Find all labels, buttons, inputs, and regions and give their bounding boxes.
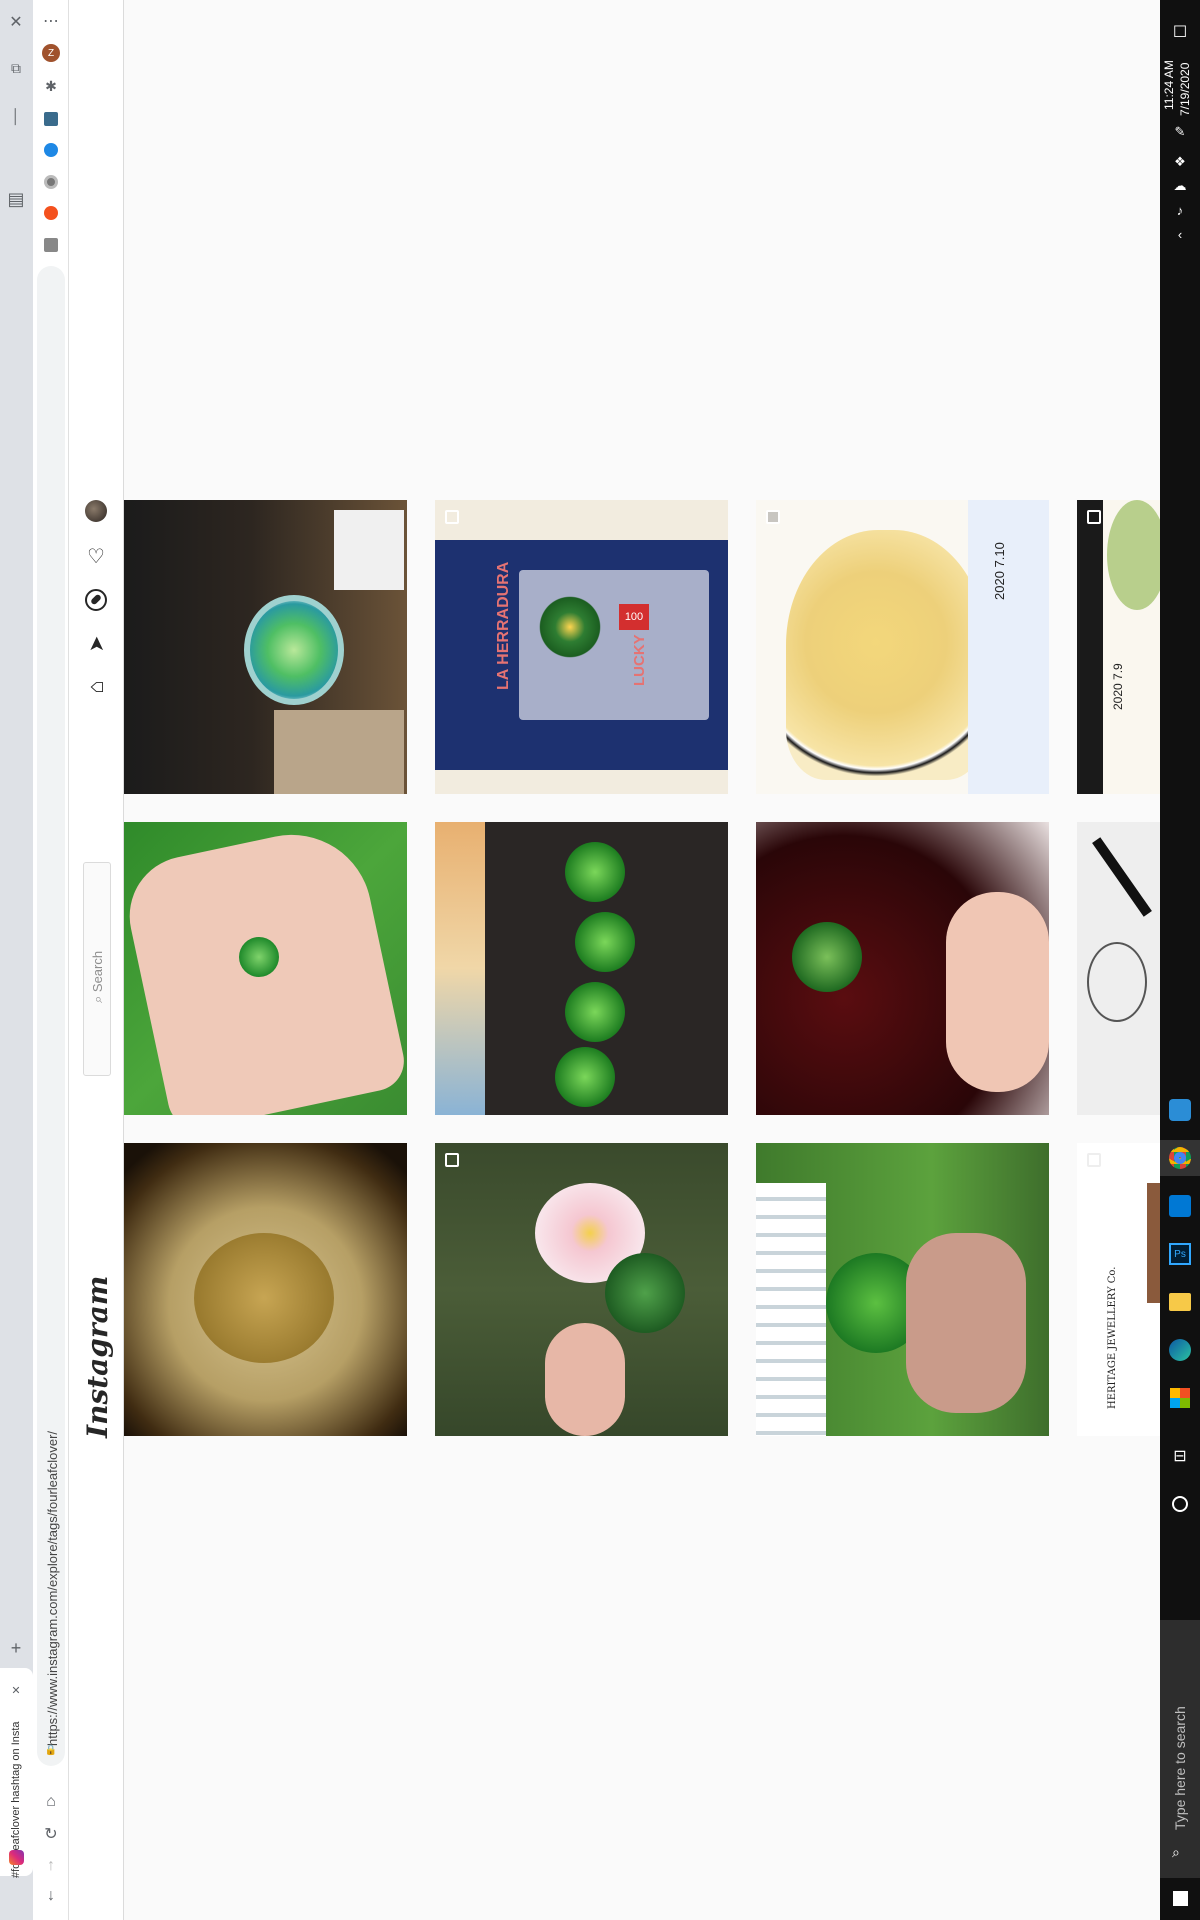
lock-icon: 🔒 [44,1744,58,1756]
reload-icon[interactable]: ↻ [39,1822,63,1846]
extension-circle-icon[interactable] [44,175,58,189]
photoshop-icon[interactable]: Ps [1160,1236,1200,1272]
post-thumbnail[interactable] [435,822,728,1115]
profile-avatar[interactable] [85,500,107,522]
back-icon[interactable]: ↓ [39,1884,63,1908]
post-thumbnail[interactable]: HERITAGE JEWELLERY Co. [1077,1143,1160,1436]
forward-icon[interactable]: ↑ [39,1854,63,1878]
show-hidden-icons-chevron[interactable]: ‹ [1160,216,1200,252]
post-thumbnail[interactable] [124,1143,407,1436]
minimize-window-icon[interactable]: │ [4,104,28,128]
taskbar-search-box[interactable]: Type here to search ⌕ [1160,1620,1200,1878]
search-icon: ⌕ [1172,1844,1180,1860]
post-thumbnail[interactable] [435,1143,728,1436]
post-thumbnail[interactable]: 2020 7.10 [756,500,1049,794]
clock-time[interactable]: 11:24 AM [1162,60,1176,110]
notification-icon[interactable]: ☐ [1160,14,1200,50]
extension-blue-icon[interactable] [44,143,58,157]
post-thumbnail[interactable] [756,1143,1049,1436]
restore-window-icon[interactable]: ⧉ [4,56,28,80]
clock-date[interactable]: 7/19/2020 [1178,63,1192,116]
start-button[interactable] [1160,1880,1200,1916]
store-icon[interactable] [1160,1380,1200,1416]
tab-close-button[interactable]: ✕ [6,1682,26,1698]
post-thumbnail[interactable] [124,822,407,1115]
extension-orange-icon[interactable] [44,206,58,220]
post-thumbnail[interactable]: 2020 7.9 [1077,500,1160,794]
search-input[interactable]: ⌕ Search [83,862,111,1076]
clover-felt [535,592,605,662]
glass-bowl [244,595,344,705]
explore-grid: 100 LA HERRADURA LUCKY 2020 7.10 2020 7.… [124,0,1160,1920]
clover [239,937,279,977]
browser-toolbar: ⋯ Z ✱ https://www.instagram.com/explore/… [33,0,69,1920]
explore-icon[interactable] [85,589,107,611]
multi-image-icon [1087,510,1101,524]
new-tab-button[interactable]: + [4,1636,28,1660]
post-thumbnail[interactable]: 100 LA HERRADURA LUCKY [435,500,728,794]
app-icon-settings[interactable] [1160,1092,1200,1128]
multi-image-icon [766,510,780,524]
post-thumbnail[interactable] [124,500,407,794]
multi-image-icon [1087,1153,1101,1167]
close-window-icon[interactable]: ✕ [4,10,28,34]
extension-image-icon[interactable] [44,112,58,126]
post-thumbnail[interactable] [756,822,1049,1115]
browser-tab-strip: ✕ ⧉ │ ▤ + ✕ #fourleafclover hashtag on I… [0,0,33,1920]
chrome-icon[interactable] [1160,1140,1200,1176]
edge-icon[interactable] [1160,1332,1200,1368]
address-bar[interactable]: https://www.instagram.com/explore/tags/f… [37,266,65,1766]
instagram-logo[interactable]: Instagram [81,1276,114,1438]
search-placeholder: Search [90,950,105,993]
home-icon[interactable]: ⌂ [39,1790,63,1814]
white-fence [756,1183,826,1436]
browser-menu-icon[interactable]: ⋯ [39,10,63,32]
instagram-favicon-icon [9,1850,24,1865]
file-explorer-icon[interactable] [1160,1284,1200,1320]
outlook-icon[interactable] [1160,1188,1200,1224]
taskbar: ☐ 11:24 AM 7/19/2020 ✎ ❖ ☁ ♪ ‹ Ps ⊟ Type… [1160,0,1200,1920]
profile-avatar-icon[interactable]: Z [42,44,60,62]
url-text: https://www.instagram.com/explore/tags/f… [45,1430,60,1746]
multi-image-icon [445,510,459,524]
multi-image-icon [445,1153,459,1167]
cortana-icon[interactable] [1160,1486,1200,1522]
instagram-nav: ♡ ➤ ⌂ ⌕ Search Instagram [69,0,124,1920]
task-view-icon[interactable]: ⊟ [1160,1438,1200,1474]
search-icon: ⌕ [90,992,105,1003]
tab-actions-icon[interactable]: ▤ [3,186,29,212]
extensions-icon[interactable]: ✱ [39,74,63,98]
home-nav-icon[interactable]: ⌂ [83,674,109,700]
active-tab[interactable]: ✕ #fourleafclover hashtag on Insta [0,1668,33,1878]
direct-icon[interactable]: ➤ [83,631,109,657]
post-thumbnail[interactable] [1077,822,1160,1115]
extension-grey-icon[interactable] [44,238,58,252]
soup-painting [786,530,986,780]
activity-icon[interactable]: ♡ [83,543,109,569]
